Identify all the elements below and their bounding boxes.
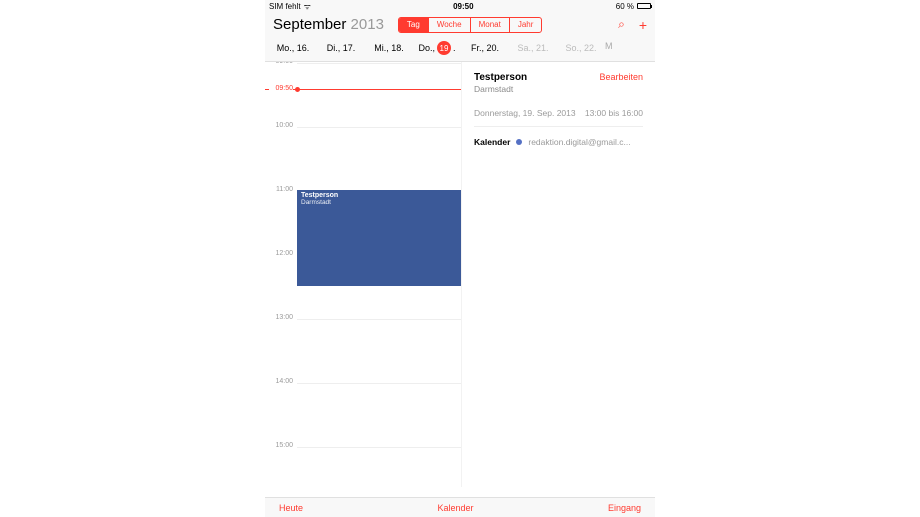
hour-label: 10:00 xyxy=(269,122,293,129)
now-time-label: 09:50 xyxy=(269,85,293,92)
now-indicator: 09:50 xyxy=(265,89,461,90)
month-title[interactable]: September 2013 xyxy=(273,16,384,33)
carrier-label: SIM fehlt xyxy=(269,2,301,11)
view-tab-week[interactable]: Woche xyxy=(429,18,471,32)
event-location: Darmstadt xyxy=(474,84,527,94)
battery-percent: 60 % xyxy=(616,2,634,11)
search-icon[interactable] xyxy=(618,17,625,32)
event-title: Testperson xyxy=(474,72,527,83)
battery-icon xyxy=(637,3,651,9)
grid-line xyxy=(297,319,461,320)
view-tab-day[interactable]: Tag xyxy=(399,18,429,32)
hour-label: 15:00 xyxy=(269,442,293,449)
calendar-header: September 2013 Tag Woche Monat Jahr Mo.,… xyxy=(265,12,655,62)
day-sat[interactable]: Sa., 21. xyxy=(509,41,557,55)
day-mon[interactable]: Mo., 16. xyxy=(269,41,317,55)
status-bar: SIM fehlt ᯤ 09:50 60 % xyxy=(265,0,655,12)
hour-label: 12:00 xyxy=(269,250,293,257)
hour-label: 13:00 xyxy=(269,314,293,321)
event-block-title: Testperson xyxy=(301,192,457,199)
add-event-icon[interactable] xyxy=(639,17,647,33)
calendar-label: Kalender xyxy=(474,137,510,147)
day-selector-row: Mo., 16. Di., 17. Mi., 18. Do., 19. Fr.,… xyxy=(265,37,655,61)
calendars-button[interactable]: Kalender xyxy=(437,503,473,513)
hour-row[interactable]: 13:00 xyxy=(265,318,461,350)
today-button[interactable]: Heute xyxy=(279,503,303,513)
today-indicator: 19 xyxy=(437,41,451,55)
edit-button[interactable]: Bearbeiten xyxy=(599,72,643,82)
grid-line xyxy=(297,447,461,448)
hour-row[interactable]: 14:00 xyxy=(265,382,461,414)
day-sun[interactable]: So., 22. xyxy=(557,41,605,55)
event-timerange: 13:00 bis 16:00 xyxy=(585,108,643,118)
toolbar: Heute Kalender Eingang xyxy=(265,497,655,517)
grid-line xyxy=(297,63,461,64)
event-detail-pane: Testperson Darmstadt Bearbeiten Donnerst… xyxy=(461,62,655,487)
hour-label: 09:00 xyxy=(269,62,293,65)
day-fri[interactable]: Fr., 20. xyxy=(461,41,509,55)
view-segmented-control[interactable]: Tag Woche Monat Jahr xyxy=(398,17,542,33)
hour-label: 11:00 xyxy=(269,186,293,193)
event-date: Donnerstag, 19. Sep. 2013 xyxy=(474,108,576,118)
event-block[interactable]: TestpersonDarmstadt xyxy=(297,190,461,286)
hour-label: 14:00 xyxy=(269,378,293,385)
hour-row[interactable]: 10:00 xyxy=(265,126,461,158)
event-datetime-row: Donnerstag, 19. Sep. 2013 13:00 bis 16:0… xyxy=(474,108,643,127)
view-tab-month[interactable]: Monat xyxy=(471,18,510,32)
status-time: 09:50 xyxy=(453,2,473,11)
event-calendar-row[interactable]: Kalender redaktion.digital@gmail.c... xyxy=(474,137,643,147)
day-wed[interactable]: Mi., 18. xyxy=(365,41,413,55)
day-overflow-indicator: M xyxy=(605,41,615,55)
inbox-button[interactable]: Eingang xyxy=(608,503,641,513)
grid-line xyxy=(297,383,461,384)
now-dot-icon xyxy=(295,87,300,92)
wifi-icon: ᯤ xyxy=(304,1,311,12)
calendar-name: redaktion.digital@gmail.c... xyxy=(528,137,630,147)
day-timeline[interactable]: 09:0010:0011:0012:0013:0014:0015:0016:00… xyxy=(265,62,461,487)
hour-row[interactable]: 15:00 xyxy=(265,446,461,478)
event-block-location: Darmstadt xyxy=(301,199,457,206)
grid-line xyxy=(297,127,461,128)
calendar-color-dot xyxy=(516,139,522,145)
day-tue[interactable]: Di., 17. xyxy=(317,41,365,55)
day-thu[interactable]: Do., 19. xyxy=(413,41,461,55)
view-tab-year[interactable]: Jahr xyxy=(510,18,542,32)
